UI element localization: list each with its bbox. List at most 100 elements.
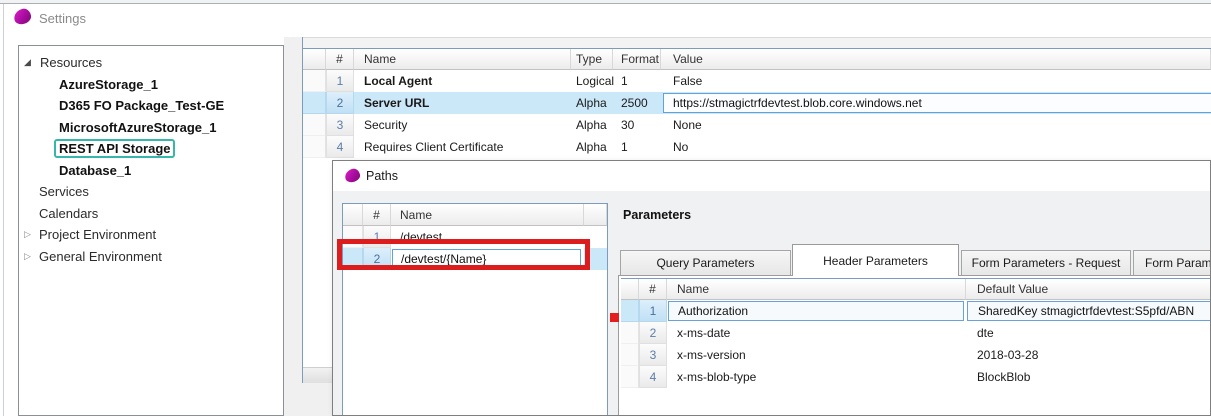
row-selector[interactable]: [621, 300, 639, 322]
cell-name[interactable]: Local Agent: [354, 70, 571, 92]
cell-default-value[interactable]: 2018-03-28: [966, 344, 1210, 366]
sidebar-item-general-environment[interactable]: ▷ General Environment: [19, 246, 283, 268]
cell-param-name[interactable]: x-ms-date: [667, 322, 966, 344]
column-header-num[interactable]: #: [639, 279, 667, 300]
row-selector[interactable]: [621, 322, 639, 344]
tab-form-parameters-2[interactable]: Form Paramet: [1133, 250, 1210, 275]
paths-grid-header: # Name: [343, 204, 607, 226]
sidebar-item-resources[interactable]: ◢ Resources: [19, 52, 283, 74]
table-row[interactable]: 2 Server URL Alpha 2500 https://stmagict…: [303, 92, 1211, 114]
column-header-num[interactable]: #: [363, 204, 391, 226]
header-parameters-tab-panel: # Name Default Value 1 Authorization Sha…: [618, 275, 1210, 415]
sidebar-item-calendars[interactable]: Calendars: [19, 203, 283, 225]
paths-dialog-titlebar[interactable]: Paths: [333, 161, 1210, 191]
paths-dialog: Paths # Name 1 /devtest 2 /devtest/{Name…: [332, 160, 1211, 416]
header-parameters-grid: # Name Default Value 1 Authorization Sha…: [621, 278, 1210, 388]
sidebar-item-label: Project Environment: [39, 227, 157, 242]
column-header-name[interactable]: Name: [667, 279, 966, 300]
resources-tree-panel: ◢ Resources AzureStorage_1 D365 FO Packa…: [18, 45, 284, 416]
sidebar-item-label: Database_1: [59, 162, 132, 178]
column-header-default-value[interactable]: Default Value: [966, 279, 1210, 300]
row-selector[interactable]: [303, 70, 326, 92]
column-header-name[interactable]: Name: [354, 49, 571, 70]
tab-header-parameters[interactable]: Header Parameters: [792, 244, 959, 276]
column-header-name[interactable]: Name: [391, 204, 584, 226]
cell-type[interactable]: Alpha: [571, 114, 613, 136]
server-url-input[interactable]: https://stmagictrfdevtest.blob.core.wind…: [663, 93, 1211, 113]
param-value-input[interactable]: SharedKey stmagictrfdevtest:S5pfd/ABN: [967, 301, 1210, 321]
paths-dialog-title: Paths: [366, 169, 398, 183]
row-selector[interactable]: [303, 114, 326, 136]
column-header-value[interactable]: Value: [661, 49, 1211, 70]
sidebar-item-microsoftazurestorage-1[interactable]: MicrosoftAzureStorage_1: [19, 117, 283, 139]
selected-tree-item-highlight[interactable]: REST API Storage: [54, 139, 176, 158]
row-number: 1: [326, 70, 354, 92]
window-title: Settings: [39, 11, 86, 26]
row-number: 2: [326, 92, 354, 114]
tab-form-parameters-request[interactable]: Form Parameters - Request: [961, 250, 1131, 275]
tree-collapsed-icon[interactable]: ▷: [24, 224, 36, 245]
table-row[interactable]: 4 x-ms-blob-type BlockBlob: [621, 366, 1210, 388]
column-header-filler: [584, 204, 607, 226]
cell-type[interactable]: Alpha: [571, 136, 613, 158]
table-row[interactable]: 3 Security Alpha 30 None: [303, 114, 1211, 136]
sidebar-item-label: D365 FO Package_Test-GE: [59, 98, 225, 113]
panel-gap: [284, 37, 302, 416]
row-selector[interactable]: [303, 92, 326, 114]
tab-query-parameters[interactable]: Query Parameters: [620, 250, 791, 275]
cell-value[interactable]: No: [661, 136, 1211, 158]
cell-type[interactable]: Logical: [571, 70, 614, 92]
cell-value: https://stmagictrfdevtest.blob.core.wind…: [661, 92, 1211, 114]
table-row[interactable]: 1 Local Agent Logical 1 False: [303, 70, 1211, 92]
row-selector[interactable]: [621, 344, 639, 366]
table-row[interactable]: 1 Authorization SharedKey stmagictrfdevt…: [621, 300, 1210, 322]
cell-name[interactable]: Server URL: [354, 92, 571, 114]
cell-value[interactable]: None: [661, 114, 1211, 136]
cell-format[interactable]: 1: [613, 136, 661, 158]
sidebar-item-services[interactable]: Services: [19, 181, 283, 203]
sidebar-item-database-1[interactable]: Database_1: [19, 160, 283, 182]
window-top-border: [0, 3, 1211, 4]
table-row[interactable]: 3 x-ms-version 2018-03-28: [621, 344, 1210, 366]
cell-type[interactable]: Alpha: [571, 92, 613, 114]
cell-default-value[interactable]: BlockBlob: [966, 366, 1210, 388]
row-selector-header: [343, 204, 363, 226]
sidebar-item-label: General Environment: [39, 248, 162, 264]
row-selector[interactable]: [303, 136, 326, 158]
sidebar-item-d365-fo-package-test-ge[interactable]: D365 FO Package_Test-GE: [19, 95, 283, 117]
cell-name[interactable]: Requires Client Certificate: [354, 136, 571, 158]
row-number: 4: [326, 136, 354, 158]
cell-format[interactable]: 30: [613, 114, 661, 136]
parameters-section-label: Parameters: [623, 208, 692, 222]
sidebar-item-project-environment[interactable]: ▷ Project Environment: [19, 224, 283, 246]
sidebar-item-rest-api-storage[interactable]: REST API Storage: [19, 138, 283, 160]
tree-collapsed-icon[interactable]: ▷: [24, 246, 36, 267]
row-selector-header: [621, 279, 639, 300]
cell-default-value: SharedKey stmagictrfdevtest:S5pfd/ABN: [966, 300, 1210, 322]
column-header-num[interactable]: #: [326, 49, 354, 70]
params-grid-header: # Name Default Value: [621, 278, 1210, 300]
row-number: 2: [639, 322, 667, 344]
tree-expanded-icon[interactable]: ◢: [24, 52, 36, 73]
paths-grid: # Name 1 /devtest 2 /devtest/{Name}: [342, 203, 608, 415]
sidebar-item-azurestorage-1[interactable]: AzureStorage_1: [19, 74, 283, 96]
cell-param-name[interactable]: x-ms-blob-type: [667, 366, 966, 388]
annotation-highlight-box: [337, 239, 590, 270]
cell-format[interactable]: 1: [613, 70, 661, 92]
table-row[interactable]: 4 Requires Client Certificate Alpha 1 No: [303, 136, 1211, 158]
sidebar-item-label: MicrosoftAzureStorage_1: [59, 119, 217, 135]
cell-param-name[interactable]: x-ms-version: [667, 344, 966, 366]
annotation-red-marker: [610, 313, 619, 322]
column-header-format[interactable]: Format: [613, 49, 661, 70]
cell-name[interactable]: Security: [354, 114, 571, 136]
settings-app-icon: [12, 7, 33, 26]
row-number: 3: [639, 344, 667, 366]
cell-value[interactable]: False: [661, 70, 1211, 92]
cell-format[interactable]: 2500: [613, 92, 661, 114]
table-row[interactable]: 2 x-ms-date dte: [621, 322, 1210, 344]
row-selector-header: [303, 49, 326, 70]
param-name-input[interactable]: Authorization: [668, 301, 964, 321]
cell-default-value[interactable]: dte: [966, 322, 1210, 344]
row-selector[interactable]: [621, 366, 639, 388]
column-header-type[interactable]: Type: [571, 49, 613, 70]
